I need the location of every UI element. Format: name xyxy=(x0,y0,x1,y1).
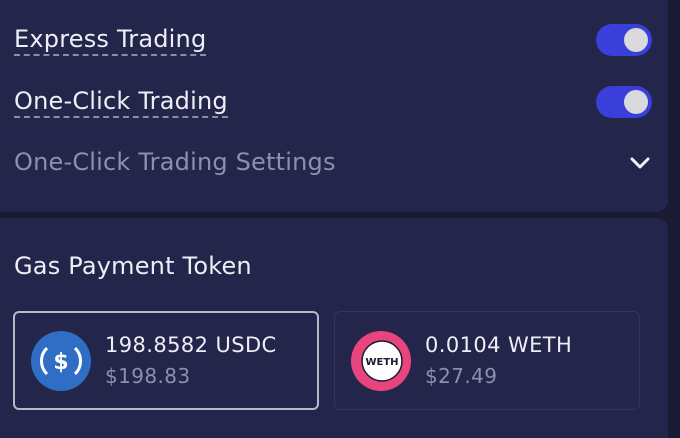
express-trading-label[interactable]: Express Trading xyxy=(14,25,207,56)
usdc-icon: $ xyxy=(31,330,91,391)
gas-payment-token-title: Gas Payment Token xyxy=(14,252,252,280)
one-click-settings-row[interactable]: One-Click Trading Settings xyxy=(14,148,652,177)
token-amount: 0.0104 WETH xyxy=(425,332,573,357)
express-trading-row: Express Trading xyxy=(14,24,652,56)
toggle-knob xyxy=(624,90,648,114)
token-option-usdc[interactable]: $ 198.8582 USDC $198.83 xyxy=(13,311,319,410)
one-click-trading-label[interactable]: One-Click Trading xyxy=(14,87,228,118)
token-option-weth[interactable]: WETH 0.0104 WETH $27.49 xyxy=(334,311,640,410)
one-click-trading-toggle[interactable] xyxy=(596,86,652,118)
token-usd-value: $27.49 xyxy=(425,363,498,388)
express-trading-toggle[interactable] xyxy=(596,24,652,56)
weth-icon: WETH xyxy=(351,330,411,391)
one-click-trading-row: One-Click Trading xyxy=(14,86,652,118)
chevron-down-icon[interactable] xyxy=(628,151,652,175)
weth-icon-text: WETH xyxy=(365,357,398,368)
token-usd-value: $198.83 xyxy=(105,363,191,388)
token-amount: 198.8582 USDC xyxy=(105,332,277,357)
toggle-knob xyxy=(624,28,648,52)
svg-text:$: $ xyxy=(53,350,68,375)
one-click-settings-label: One-Click Trading Settings xyxy=(14,148,336,176)
